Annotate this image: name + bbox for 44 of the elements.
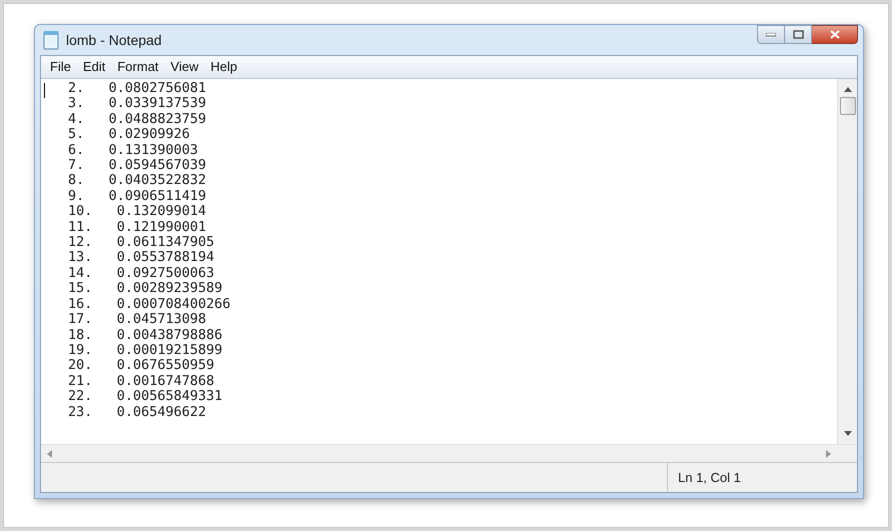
minimize-button[interactable] (757, 25, 785, 44)
text-line: 20. 0.0676550959 (68, 358, 214, 374)
text-line: 10. 0.132099014 (68, 204, 206, 220)
vertical-scrollbar[interactable] (837, 79, 857, 444)
scroll-down-arrow-icon (844, 431, 852, 436)
horizontal-scrollbar[interactable] (41, 445, 837, 462)
close-button[interactable] (812, 25, 858, 44)
text-line: 7. 0.0594567039 (68, 158, 206, 174)
text-line: 23. 0.065496622 (68, 404, 206, 420)
text-line: 3. 0.0339137539 (68, 96, 206, 112)
text-line: 16. 0.000708400266 (68, 296, 231, 312)
scroll-thumb[interactable] (840, 97, 856, 115)
text-line: 18. 0.00438798886 (68, 328, 222, 343)
scroll-right-arrow-icon (826, 450, 831, 458)
text-line: 6. 0.131390003 (68, 142, 198, 158)
text-line: 13. 0.0553788194 (68, 250, 214, 266)
text-line: 2. 0.0802756081 (68, 81, 206, 96)
maximize-icon (792, 30, 804, 39)
text-line: 17. 0.045713098 (68, 312, 206, 328)
text-line: 4. 0.0488823759 (68, 112, 206, 128)
notepad-icon (42, 30, 60, 50)
text-line: 11. 0.121990001 (68, 220, 206, 236)
menu-item[interactable]: View (166, 57, 204, 77)
scroll-left-arrow-icon (47, 450, 52, 458)
scroll-up-arrow-icon (844, 87, 852, 92)
text-cursor (44, 83, 45, 98)
text-line: 21. 0.0016747868 (68, 374, 214, 390)
cursor-position: Ln 1, Col 1 (678, 468, 741, 487)
text-line: 9. 0.0906511419 (68, 188, 206, 204)
maximize-button[interactable] (785, 25, 812, 44)
menu-item[interactable]: File (45, 57, 76, 77)
menu-item[interactable]: Format (112, 57, 164, 77)
window-title: lomb - Notepad (66, 30, 162, 50)
text-line: 12. 0.0611347905 (68, 235, 214, 250)
menu-item[interactable]: Help (205, 57, 242, 77)
text-line: 22. 0.00565849331 (68, 389, 222, 405)
text-line: 5. 0.02909926 (68, 127, 190, 143)
text-line: 15. 0.00289239589 (68, 281, 222, 297)
text-line: 14. 0.0927500063 (68, 266, 214, 282)
text-line: 8. 0.0403522832 (68, 173, 206, 189)
close-icon (830, 30, 840, 39)
menu-item[interactable]: Edit (78, 57, 110, 77)
minimize-icon (766, 32, 776, 36)
text-line: 19. 0.00019215899 (68, 342, 222, 358)
